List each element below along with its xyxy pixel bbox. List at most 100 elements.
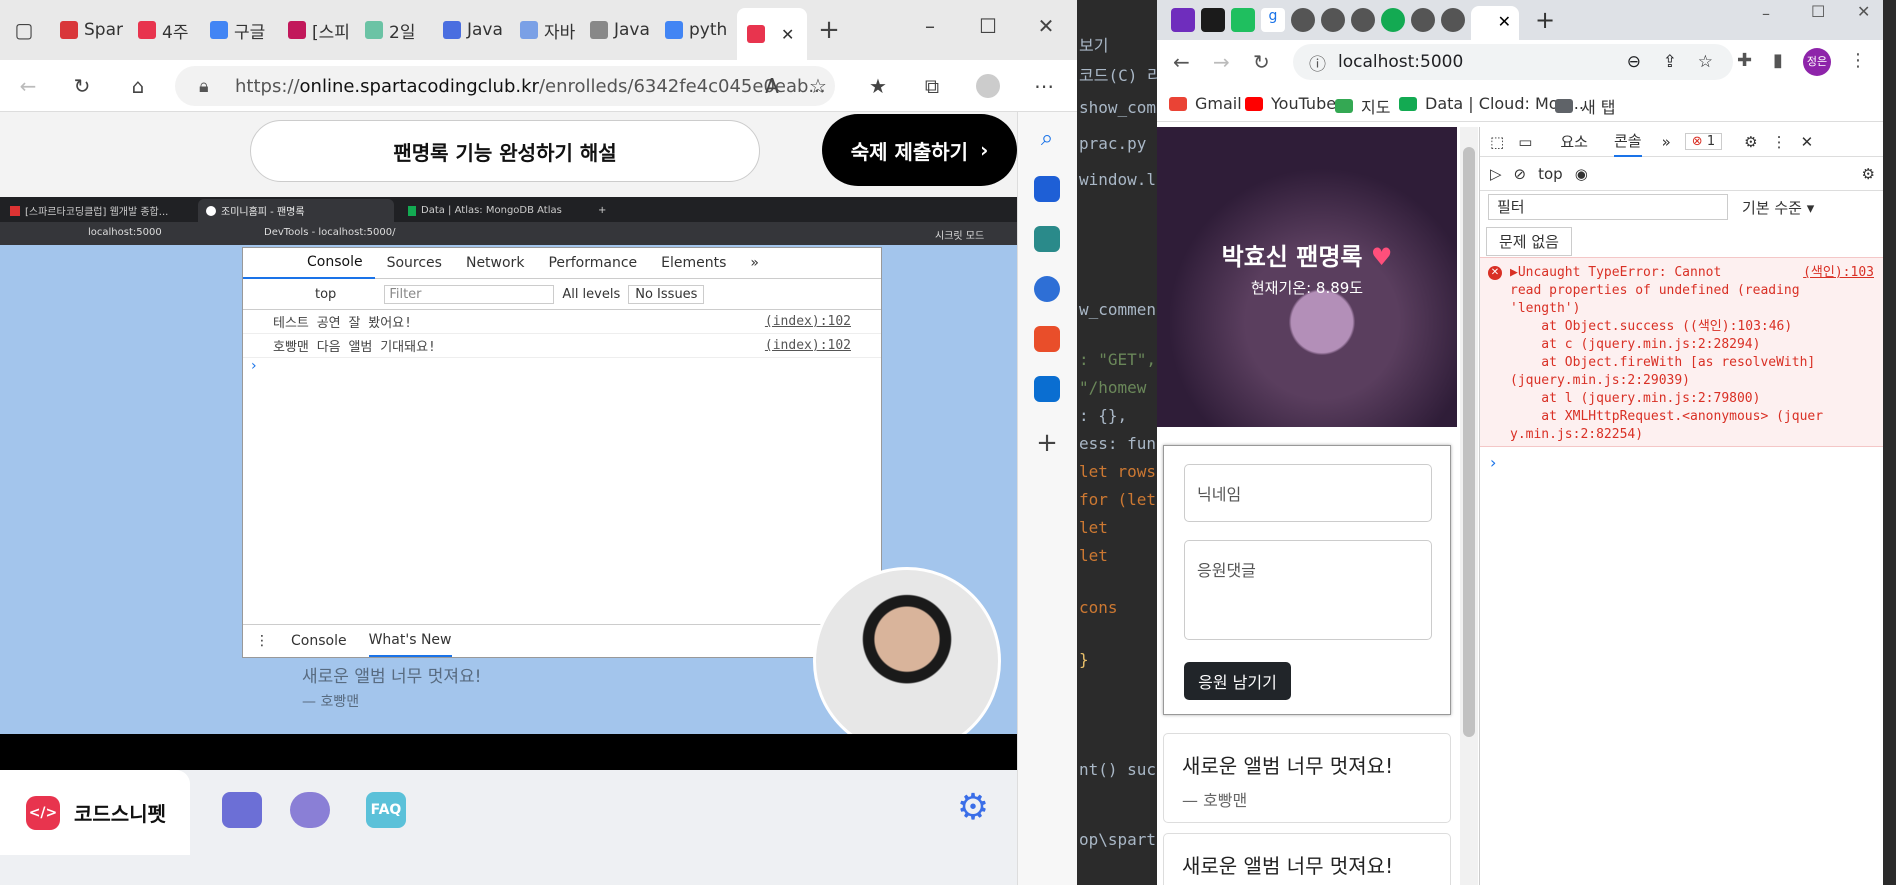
chrome-page-favicon-icon[interactable] [1321, 8, 1345, 32]
shopping-tag-icon[interactable] [1034, 176, 1060, 202]
chrome-minimize-icon[interactable]: – [1762, 4, 1770, 23]
back-icon[interactable]: ← [16, 74, 40, 98]
issues-button[interactable]: 문제 없음 [1486, 227, 1572, 256]
scrollbar-thumb[interactable] [1463, 147, 1475, 737]
edge-tab[interactable]: pyth [665, 10, 733, 50]
error-stack-line: (jquery.min.js:2:29039) [1510, 373, 1691, 388]
solution-button[interactable]: 팬명록 기능 완성하기 해설 [250, 120, 760, 182]
devtools-close-icon[interactable]: ✕ [1801, 133, 1814, 151]
devtools-settings-icon[interactable]: ⚙ [1744, 133, 1757, 151]
extensions-icon[interactable]: ✚ [1737, 50, 1752, 71]
devtools-tab-elements[interactable]: 요소 [1560, 131, 1588, 152]
edge-tab[interactable]: 2일 [365, 10, 433, 50]
console-filter-input[interactable]: 필터 [1488, 194, 1728, 220]
profile-avatar[interactable] [976, 74, 1000, 98]
edge-tab[interactable]: Spar [60, 10, 128, 50]
chrome-forward-icon[interactable]: → [1213, 50, 1230, 74]
faq-icon[interactable]: FAQ [366, 792, 406, 828]
console-prompt[interactable]: › [1490, 453, 1496, 472]
outlook-icon[interactable] [1034, 376, 1060, 402]
eye-icon[interactable]: ◉ [1575, 165, 1588, 183]
page-scrollbar[interactable] [1460, 127, 1478, 885]
code-snippet-tab[interactable]: </> 코드스니펫 [0, 770, 190, 855]
g-favicon-icon[interactable]: g [1261, 8, 1285, 32]
checklist-icon[interactable] [222, 792, 262, 828]
edge-active-tab[interactable]: ✕ [737, 8, 807, 60]
refresh-icon[interactable]: ↻ [70, 74, 94, 98]
favorites-icon[interactable]: ★ [866, 74, 890, 98]
console-filter-row: 필터 기본 수준 ▾ [1480, 191, 1883, 223]
clear-console-icon[interactable]: ⊘ [1514, 165, 1527, 183]
inspect-icon[interactable]: ⬚ [1490, 133, 1504, 151]
tab-actions-icon[interactable]: ▢ [12, 18, 36, 42]
chrome-active-tab[interactable]: ✕ [1471, 6, 1519, 40]
side-panel-icon[interactable]: ▮ [1773, 50, 1783, 71]
minimize-icon[interactable]: – [918, 14, 942, 38]
bookmark-star-icon[interactable]: ☆ [1698, 52, 1713, 72]
submit-homework-button[interactable]: 숙제 제출하기 › [822, 114, 1017, 186]
page-favicon-icon [206, 205, 216, 216]
app-favicon-icon[interactable] [1231, 8, 1255, 32]
context-select[interactable]: top [1538, 165, 1563, 183]
nickname-input[interactable]: 닉네임 [1184, 464, 1432, 522]
bookmark-item[interactable]: 새 탭 [1555, 94, 1616, 118]
sidebar-toggle-icon[interactable]: ▷ [1490, 165, 1502, 183]
search-icon[interactable]: ⌕ [1034, 126, 1060, 152]
office-icon[interactable] [1034, 326, 1060, 352]
chrome-url-field[interactable]: ⓘ localhost:5000 ⊖ ⇪ ☆ [1293, 44, 1733, 80]
edge-tab[interactable]: 구글 [210, 10, 278, 50]
edge-tab[interactable]: 자바 [520, 10, 588, 50]
more-menu-icon[interactable]: ⋯ [1032, 74, 1056, 98]
twitch-favicon-icon[interactable] [1171, 8, 1195, 32]
settings-gear-icon[interactable]: ⚙ [955, 790, 991, 826]
tools-icon[interactable] [1034, 226, 1060, 252]
zoom-icon[interactable]: ⊖ [1627, 52, 1641, 72]
edge-tab[interactable]: Java [590, 10, 658, 50]
chrome-back-icon[interactable]: ← [1173, 50, 1190, 74]
new-tab-button[interactable]: + [817, 17, 841, 43]
submit-cheer-button[interactable]: 응원 남기기 [1184, 662, 1291, 700]
bookmark-item[interactable]: Gmail [1169, 94, 1242, 113]
log-level-select[interactable]: 기본 수준 ▾ [1742, 197, 1814, 218]
read-aloud-icon[interactable]: A [760, 74, 784, 98]
chrome-new-tab-button[interactable]: + [1535, 6, 1555, 34]
edge-tab[interactable]: 4주 [138, 10, 206, 50]
video-devtools-address: DevTools - localhost:5000/ [264, 227, 396, 238]
chrome-page-favicon-icon[interactable] [1441, 8, 1465, 32]
edge-tab[interactable]: [스피 [288, 10, 356, 50]
edge-tab[interactable]: Java [443, 10, 511, 50]
chrome-page-favicon-icon[interactable] [1411, 8, 1435, 32]
add-sidebar-icon[interactable]: + [1034, 428, 1060, 458]
chrome-reload-icon[interactable]: ↻ [1253, 50, 1270, 74]
error-count-badge[interactable]: ⊗ 1 [1684, 133, 1723, 150]
bookmark-item[interactable]: 지도 [1335, 94, 1390, 118]
chrome-page-favicon-icon[interactable] [1351, 8, 1375, 32]
chrome-close-icon[interactable]: ✕ [1857, 2, 1870, 21]
chrome-maximize-icon[interactable]: ☐ [1811, 2, 1825, 21]
video-console-line: 테스트 공연 잘 봤어요! (index):102 [243, 310, 881, 334]
chat-icon[interactable] [290, 792, 330, 828]
share-icon[interactable]: ⇪ [1663, 52, 1677, 72]
chrome-menu-icon[interactable]: ⋮ [1849, 50, 1867, 71]
devtools-tab-console[interactable]: 콘솔 [1613, 127, 1642, 157]
bookmark-item[interactable]: YouTube [1245, 94, 1336, 113]
pycharm-favicon-icon[interactable] [1201, 8, 1225, 32]
close-window-icon[interactable]: ✕ [1034, 14, 1058, 38]
tab-close-icon[interactable]: ✕ [781, 25, 794, 44]
devtools-more-tabs[interactable]: » [1662, 133, 1671, 151]
mongodb-favicon-icon[interactable] [1381, 8, 1405, 32]
lecture-video[interactable]: [스파르타코딩클럽] 웹개발 종합... 조미니홈피 - 팬명록 Data | … [0, 197, 1017, 734]
home-icon[interactable]: ⌂ [126, 74, 150, 98]
collections-icon[interactable]: ⧉ [920, 74, 944, 98]
maximize-icon[interactable]: ☐ [976, 14, 1000, 38]
chrome-profile-avatar[interactable]: 정은 [1803, 48, 1831, 76]
error-source-link[interactable]: (색인):103 [1803, 264, 1874, 282]
device-toggle-icon[interactable]: ▭ [1518, 133, 1532, 151]
devtools-menu-icon[interactable]: ⋮ [1772, 133, 1787, 151]
edge-url-field[interactable]: 🔒︎ https://online.spartacodingclub.kr/en… [175, 66, 835, 106]
comment-textarea[interactable]: 응원댓글 [1184, 540, 1432, 640]
add-favorite-icon[interactable]: ☆ [806, 74, 830, 98]
console-settings-icon[interactable]: ⚙ [1862, 165, 1875, 183]
chrome-page-favicon-icon[interactable] [1291, 8, 1315, 32]
games-icon[interactable] [1034, 276, 1060, 302]
